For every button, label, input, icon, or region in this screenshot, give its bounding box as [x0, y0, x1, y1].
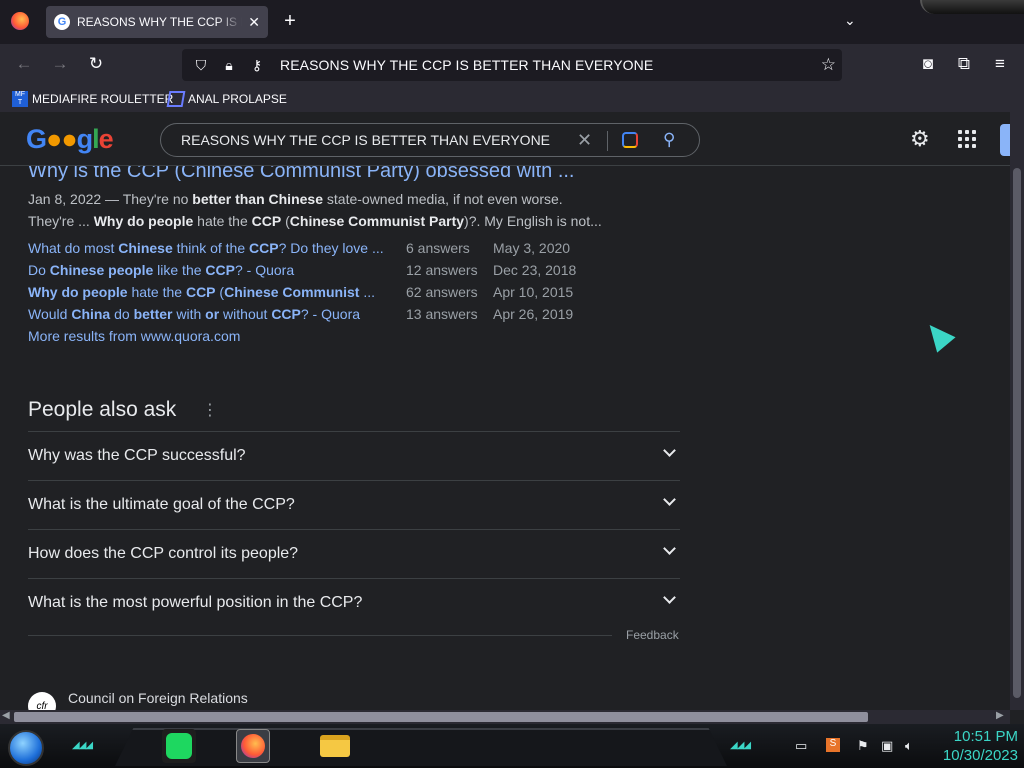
- paa-question[interactable]: How does the CCP control its people?: [28, 529, 680, 578]
- reload-button[interactable]: ↻: [85, 54, 107, 74]
- cfr-favicon: cfr: [28, 692, 56, 710]
- mediafire-icon: MF T: [12, 91, 28, 107]
- url-text[interactable]: REASONS WHY THE CCP IS BETTER THAN EVERY…: [280, 57, 653, 73]
- paa-question[interactable]: What is the most powerful position in th…: [28, 578, 680, 627]
- people-also-ask-heading: People also ask: [28, 398, 177, 421]
- sub-result-date: May 3, 2020: [493, 240, 571, 256]
- app-menu-icon[interactable]: ≡: [989, 54, 1011, 74]
- google-search-box[interactable]: REASONS WHY THE CCP IS BETTER THAN EVERY…: [160, 123, 700, 157]
- sub-result-answers: 13 answers: [406, 306, 478, 322]
- chevron-down-icon[interactable]: [663, 542, 676, 555]
- bookmark-label: MEDIAFIRE ROULETTER: [32, 92, 174, 106]
- settings-gear-icon[interactable]: ⚙: [910, 126, 930, 152]
- flag-icon[interactable]: ⚑: [857, 738, 869, 754]
- close-tab-icon[interactable]: ✕: [248, 14, 260, 31]
- taskbar: ◢◢◢ ◢◢◢ ▭ S ⚑ ▣ 🔈︎: [0, 724, 1024, 768]
- network-icon[interactable]: ▣: [881, 738, 893, 754]
- bookmarks-toolbar: MF T MEDIAFIRE ROULETTER ANAL PROLAPSE: [0, 86, 1024, 112]
- extensions-icon[interactable]: ⧉: [953, 54, 975, 74]
- web-page: G●●gle REASONS WHY THE CCP IS BETTER THA…: [0, 112, 1010, 710]
- firefox-menu-icon[interactable]: [11, 12, 29, 30]
- bookmark-item-folder[interactable]: ANAL PROLAPSE: [166, 91, 287, 107]
- search-divider: [607, 131, 608, 151]
- sub-result-answers: 12 answers: [406, 262, 478, 278]
- sub-result-link[interactable]: What do most Chinese think of the CCP? D…: [28, 240, 384, 256]
- horizontal-scrollbar[interactable]: ◀ ▶: [0, 710, 1010, 724]
- result-snippet-line-1: Jan 8, 2022 — They're no better than Chi…: [28, 191, 563, 207]
- paa-divider: [28, 635, 612, 636]
- google-logo[interactable]: G●●gle: [26, 124, 114, 155]
- result-snippet-line-2: They're ... Why do people hate the CCP (…: [28, 213, 602, 229]
- pocket-icon[interactable]: ◙: [917, 54, 939, 74]
- sub-result-date: Apr 10, 2015: [493, 284, 574, 300]
- tab-active[interactable]: G REASONS WHY THE CCP IS BETTER THAN EVE…: [46, 6, 268, 38]
- paa-question[interactable]: Why was the CCP successful?: [28, 431, 680, 480]
- chevron-down-icon[interactable]: [663, 493, 676, 506]
- tracking-protection-shield-icon[interactable]: ⛉: [192, 57, 210, 74]
- firefox-app-icon[interactable]: [236, 729, 270, 763]
- lock-icon[interactable]: 🔒︎: [220, 57, 238, 74]
- sub-result-answers: 6 answers: [406, 240, 470, 256]
- volume-icon[interactable]: 🔈︎: [905, 738, 913, 754]
- tab-bar: G REASONS WHY THE CCP IS BETTER THAN EVE…: [0, 0, 1024, 44]
- navigation-toolbar: ← → ↻ ⛉ 🔒︎ ⚷ REASONS WHY THE CCP IS BETT…: [0, 44, 1024, 86]
- list-all-tabs-button[interactable]: ⌄: [844, 12, 856, 29]
- sub-result-answers: 62 answers: [406, 284, 478, 300]
- more-options-icon[interactable]: ⋮: [202, 400, 218, 420]
- google-favicon-icon: G: [54, 14, 70, 30]
- scroll-left-icon[interactable]: ◀: [2, 710, 10, 721]
- bookmark-folder-icon: [166, 91, 186, 107]
- scroll-right-icon[interactable]: ▶: [996, 710, 1004, 721]
- show-hidden-icons-icon[interactable]: ▭: [795, 738, 807, 754]
- address-bar[interactable]: ⛉ 🔒︎ ⚷ REASONS WHY THE CCP IS BETTER THA…: [182, 49, 842, 81]
- more-results-link[interactable]: More results from www.quora.com: [28, 328, 240, 344]
- start-button[interactable]: [8, 730, 44, 766]
- google-header: G●●gle REASONS WHY THE CCP IS BETTER THA…: [0, 112, 1010, 166]
- paa-question-text: How does the CCP control its people?: [28, 545, 299, 562]
- tab-title: REASONS WHY THE CCP IS BETTER THAN EVERY…: [77, 15, 242, 29]
- google-apps-icon[interactable]: [958, 130, 976, 148]
- mouse-cursor-icon: [920, 317, 956, 353]
- sub-result-date: Apr 26, 2019: [493, 306, 574, 322]
- account-button[interactable]: [1000, 124, 1010, 156]
- theme-decoration: [920, 0, 1024, 14]
- horizontal-scrollbar-thumb[interactable]: [14, 712, 868, 722]
- bookmark-star-icon[interactable]: ☆: [821, 55, 836, 75]
- vertical-scrollbar[interactable]: [1010, 112, 1024, 710]
- paa-question[interactable]: What is the ultimate goal of the CCP?: [28, 480, 680, 529]
- bookmark-label: ANAL PROLAPSE: [188, 92, 287, 106]
- sub-result-link[interactable]: Would China do better with or without CC…: [28, 306, 360, 322]
- sub-result-date: Dec 23, 2018: [493, 262, 577, 278]
- paa-question-text: What is the most powerful position in th…: [28, 594, 363, 611]
- sub-result-link[interactable]: Do Chinese people like the CCP? - Quora: [28, 262, 294, 278]
- feedback-link[interactable]: Feedback: [626, 628, 679, 642]
- permissions-icon[interactable]: ⚷: [248, 57, 266, 74]
- paa-question-text: Why was the CCP successful?: [28, 447, 246, 464]
- forward-button[interactable]: →: [49, 54, 71, 74]
- bookmark-item-mediafire[interactable]: MF T MEDIAFIRE ROULETTER: [12, 91, 173, 107]
- google-lens-icon[interactable]: [622, 132, 638, 148]
- spotify-app-icon[interactable]: [162, 729, 196, 763]
- search-icon[interactable]: ⚲: [663, 130, 675, 150]
- taskbar-decoration: ◢◢◢: [72, 740, 93, 751]
- clock-date: 10/30/2023: [942, 747, 1018, 764]
- sub-result-link[interactable]: Why do people hate the CCP (Chinese Comm…: [28, 284, 375, 300]
- taskbar-decoration: ◢◢◢: [730, 740, 751, 751]
- system-clock[interactable]: 10:51 PM 10/30/2023: [928, 727, 1018, 765]
- new-tab-button[interactable]: +: [280, 10, 300, 33]
- taskbar-app-area: [115, 728, 727, 766]
- sublime-icon[interactable]: S: [826, 738, 840, 752]
- result-source-name[interactable]: Council on Foreign Relations: [68, 690, 248, 706]
- vertical-scrollbar-thumb[interactable]: [1013, 168, 1021, 698]
- clock-time: 10:51 PM: [953, 728, 1018, 745]
- chevron-down-icon[interactable]: [663, 444, 676, 457]
- search-input[interactable]: REASONS WHY THE CCP IS BETTER THAN EVERY…: [181, 132, 550, 148]
- file-explorer-app-icon[interactable]: [318, 729, 352, 763]
- chevron-down-icon[interactable]: [663, 591, 676, 604]
- paa-question-text: What is the ultimate goal of the CCP?: [28, 496, 295, 513]
- back-button[interactable]: ←: [13, 54, 35, 74]
- clear-search-icon[interactable]: ✕: [577, 130, 592, 151]
